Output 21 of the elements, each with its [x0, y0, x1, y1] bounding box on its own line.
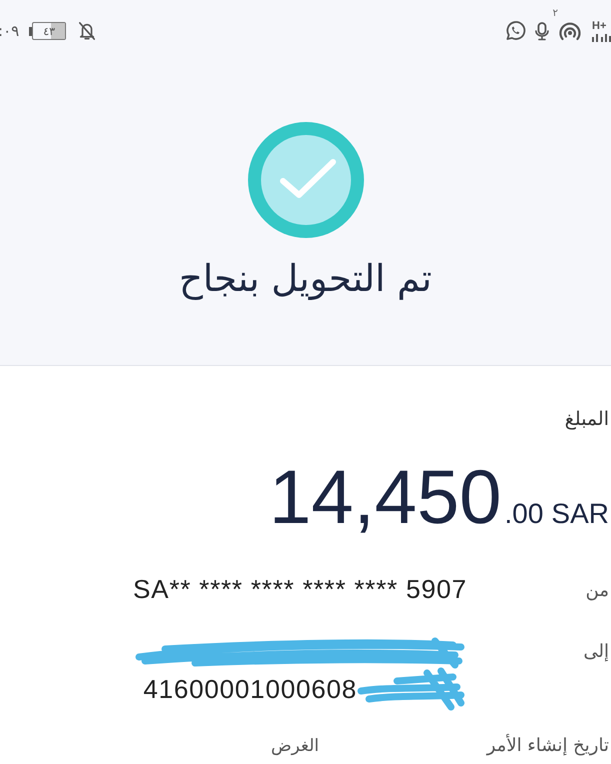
detail-label: من [584, 580, 609, 601]
whatsapp-icon [504, 20, 526, 42]
amount-value: 14,450 [269, 460, 502, 536]
detail-label: تاريخ إنشاء الأمر [485, 735, 609, 756]
success-title: تم التحويل بنجاح [179, 257, 432, 300]
amount-label: المبلغ [564, 408, 609, 430]
detail-label: إلى [582, 641, 609, 662]
bell-off-icon [78, 21, 96, 41]
detail-label: الغرض [270, 736, 319, 756]
currency-code: SAR [551, 498, 609, 530]
microphone-icon [534, 21, 550, 41]
success-check-icon [246, 121, 364, 239]
signal-icon [592, 34, 611, 42]
hotspot-icon [558, 21, 582, 41]
notification-count: ٢ [552, 8, 558, 19]
account-number: SA** **** **** **** **** 5907 [133, 574, 467, 605]
amount-fraction: .00 [504, 498, 544, 530]
account-number: 41600001000608 [143, 674, 357, 704]
status-time: :٠٩ [0, 22, 20, 40]
network-type: H+ [592, 20, 606, 32]
battery-icon: ٤٣ [29, 22, 66, 40]
